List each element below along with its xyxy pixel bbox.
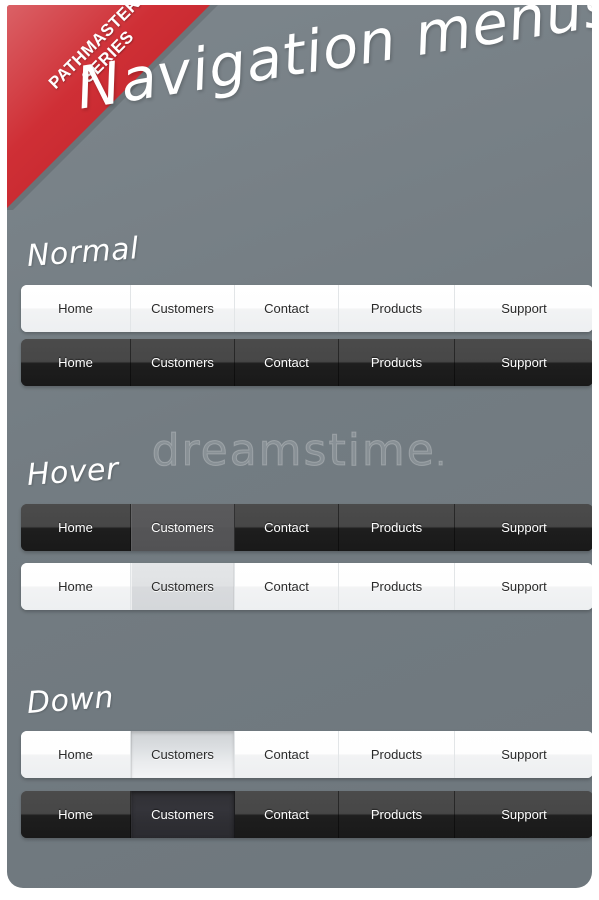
navbar-down-dark: Home Customers Contact Products Support (21, 791, 592, 838)
navbar-normal-dark: Home Customers Contact Products Support (21, 339, 592, 386)
page-root: PATHMASTER SERIES Navigation menus dream… (0, 0, 599, 900)
nav-item-contact[interactable]: Contact (235, 791, 339, 838)
navbar-down-light: Home Customers Contact Products Support (21, 731, 592, 778)
navbar-hover-dark: Home Customers Contact Products Support (21, 504, 592, 551)
section-label-down: Down (25, 679, 116, 721)
nav-item-contact[interactable]: Contact (235, 339, 339, 386)
nav-item-products[interactable]: Products (339, 285, 455, 332)
nav-item-products[interactable]: Products (339, 791, 455, 838)
nav-item-products[interactable]: Products (339, 504, 455, 551)
nav-item-products[interactable]: Products (339, 339, 455, 386)
nav-item-support[interactable]: Support (455, 731, 592, 778)
page-title: Navigation menus (71, 5, 592, 123)
nav-item-home[interactable]: Home (21, 791, 131, 838)
nav-item-products[interactable]: Products (339, 563, 455, 610)
watermark-label: dreamstime (151, 425, 436, 477)
nav-item-home[interactable]: Home (21, 339, 131, 386)
nav-item-contact[interactable]: Contact (235, 285, 339, 332)
nav-item-customers[interactable]: Customers (131, 285, 235, 332)
nav-item-home[interactable]: Home (21, 285, 131, 332)
nav-item-products[interactable]: Products (339, 731, 455, 778)
nav-item-home[interactable]: Home (21, 563, 131, 610)
navbar-hover-light: Home Customers Contact Products Support (21, 563, 592, 610)
nav-item-customers[interactable]: Customers (131, 731, 235, 778)
poster-canvas: PATHMASTER SERIES Navigation menus dream… (7, 5, 592, 888)
navbar-normal-light: Home Customers Contact Products Support (21, 285, 592, 332)
section-label-hover: Hover (25, 451, 120, 493)
nav-item-customers[interactable]: Customers (131, 791, 235, 838)
watermark-dot: . (435, 438, 448, 474)
nav-item-home[interactable]: Home (21, 731, 131, 778)
nav-item-contact[interactable]: Contact (235, 731, 339, 778)
nav-item-customers[interactable]: Customers (131, 563, 235, 610)
nav-item-contact[interactable]: Contact (235, 504, 339, 551)
nav-item-support[interactable]: Support (455, 563, 592, 610)
nav-item-home[interactable]: Home (21, 504, 131, 551)
nav-item-support[interactable]: Support (455, 504, 592, 551)
nav-item-customers[interactable]: Customers (131, 504, 235, 551)
nav-item-support[interactable]: Support (455, 285, 592, 332)
nav-item-support[interactable]: Support (455, 339, 592, 386)
nav-item-contact[interactable]: Contact (235, 563, 339, 610)
nav-item-support[interactable]: Support (455, 791, 592, 838)
section-label-normal: Normal (25, 231, 141, 274)
nav-item-customers[interactable]: Customers (131, 339, 235, 386)
